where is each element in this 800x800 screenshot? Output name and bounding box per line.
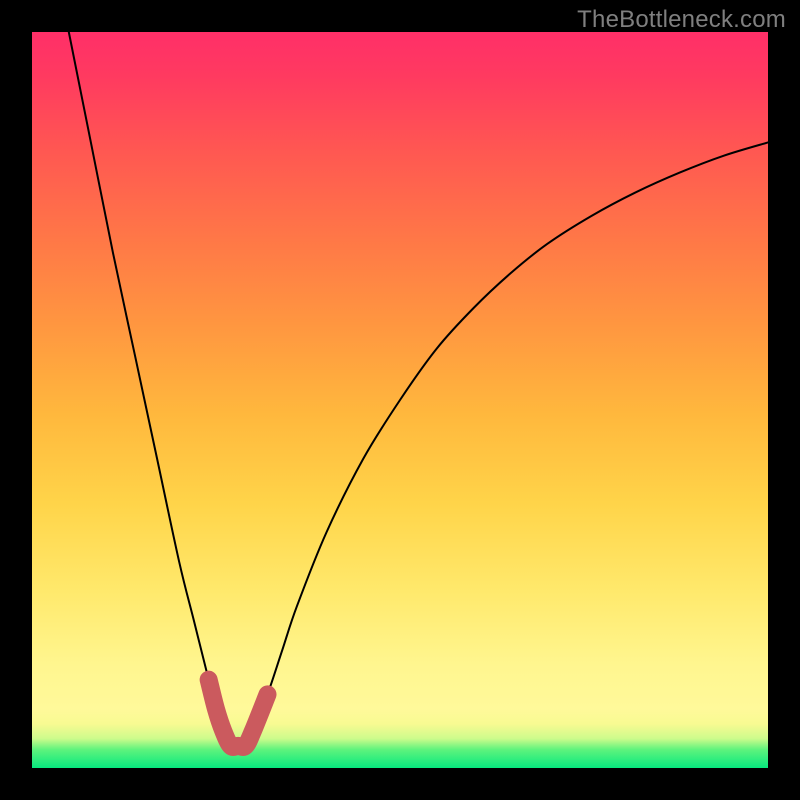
bottom-accent — [209, 680, 268, 747]
chart-frame: TheBottleneck.com — [0, 0, 800, 800]
plot-area — [32, 32, 768, 768]
bottleneck-curve — [69, 32, 768, 747]
watermark-text: TheBottleneck.com — [577, 6, 786, 34]
curve-svg — [32, 32, 768, 768]
